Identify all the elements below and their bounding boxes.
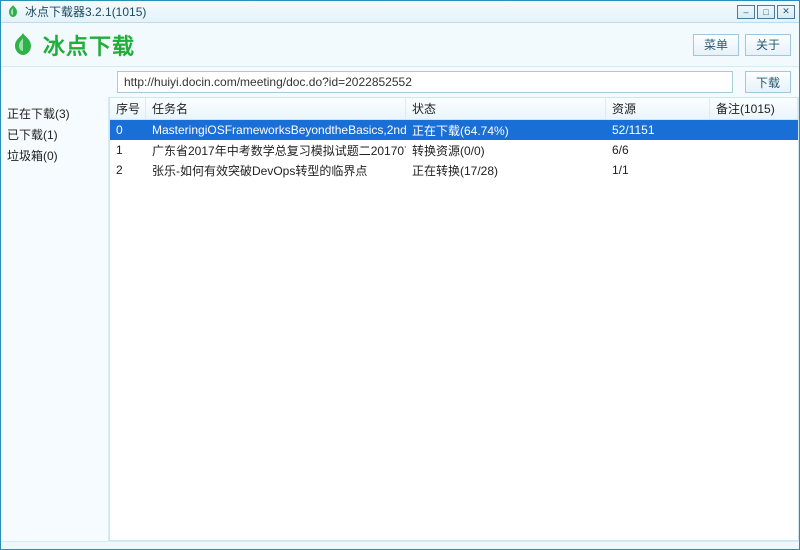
cell-state: 正在转换(17/28) xyxy=(406,160,606,180)
sidebar-item-downloading[interactable]: 正在下载(3) xyxy=(5,103,104,124)
sidebar: 正在下载(3) 已下载(1) 垃圾箱(0) xyxy=(1,97,109,541)
body: 正在下载(3) 已下载(1) 垃圾箱(0) 序号 任务名 状态 资源 备注(10… xyxy=(1,97,799,541)
cell-name: 张乐-如何有效突破DevOps转型的临界点 xyxy=(146,160,406,180)
cell-name: 广东省2017年中考数学总复习模拟试题二201707... xyxy=(146,140,406,160)
header: 冰点下载 菜单 关于 xyxy=(1,23,799,67)
logo-icon xyxy=(9,31,37,59)
cell-name: MasteringiOSFrameworksBeyondtheBasics,2n… xyxy=(146,120,406,140)
status-bar xyxy=(1,541,799,549)
download-button[interactable]: 下载 xyxy=(745,71,791,93)
about-button[interactable]: 关于 xyxy=(745,34,791,56)
url-input[interactable] xyxy=(117,71,733,93)
close-button[interactable]: ✕ xyxy=(777,5,795,19)
menu-button[interactable]: 菜单 xyxy=(693,34,739,56)
cell-note xyxy=(710,120,798,140)
col-header-name[interactable]: 任务名 xyxy=(146,98,406,119)
window-title: 冰点下载器3.2.1(1015) xyxy=(25,3,737,20)
window-buttons: – □ ✕ xyxy=(737,5,795,19)
sidebar-item-downloaded[interactable]: 已下载(1) xyxy=(5,124,104,145)
url-row: 下载 xyxy=(1,67,799,97)
sidebar-item-trash[interactable]: 垃圾箱(0) xyxy=(5,145,104,166)
cell-state: 转换资源(0/0) xyxy=(406,140,606,160)
maximize-button[interactable]: □ xyxy=(757,5,775,19)
col-header-res[interactable]: 资源 xyxy=(606,98,710,119)
cell-res: 6/6 xyxy=(606,140,710,160)
table-header: 序号 任务名 状态 资源 备注(1015) xyxy=(110,98,798,120)
app-window: 冰点下载器3.2.1(1015) – □ ✕ 冰点下载 菜单 关于 下载 正在下… xyxy=(0,0,800,550)
cell-idx: 2 xyxy=(110,160,146,180)
cell-idx: 1 xyxy=(110,140,146,160)
task-table: 序号 任务名 状态 资源 备注(1015) 0MasteringiOSFrame… xyxy=(109,97,799,541)
title-bar: 冰点下载器3.2.1(1015) – □ ✕ xyxy=(1,1,799,23)
cell-idx: 0 xyxy=(110,120,146,140)
minimize-button[interactable]: – xyxy=(737,5,755,19)
cell-note xyxy=(710,160,798,180)
table-row[interactable]: 2张乐-如何有效突破DevOps转型的临界点正在转换(17/28)1/1 xyxy=(110,160,798,180)
table-body: 0MasteringiOSFrameworksBeyondtheBasics,2… xyxy=(110,120,798,540)
cell-note xyxy=(710,140,798,160)
cell-state: 正在下载(64.74%) xyxy=(406,120,606,140)
brand-title: 冰点下载 xyxy=(43,29,687,61)
table-row[interactable]: 1广东省2017年中考数学总复习模拟试题二201707...转换资源(0/0)6… xyxy=(110,140,798,160)
app-icon xyxy=(5,4,21,20)
cell-res: 1/1 xyxy=(606,160,710,180)
col-header-index[interactable]: 序号 xyxy=(110,98,146,119)
cell-res: 52/1151 xyxy=(606,120,710,140)
col-header-state[interactable]: 状态 xyxy=(406,98,606,119)
col-header-note[interactable]: 备注(1015) xyxy=(710,98,798,119)
table-row[interactable]: 0MasteringiOSFrameworksBeyondtheBasics,2… xyxy=(110,120,798,140)
